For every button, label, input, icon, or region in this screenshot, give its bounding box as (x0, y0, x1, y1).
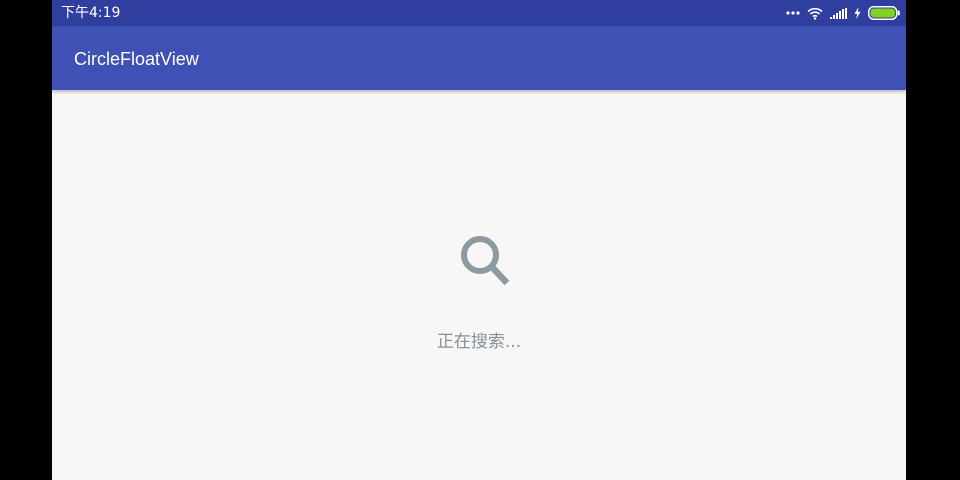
app-bar: CircleFloatView (52, 26, 906, 90)
app-screen: 下午4:19 CircleFloatView 正在搜索... (52, 0, 906, 480)
status-bar: 下午4:19 (52, 0, 906, 26)
battery-icon (868, 6, 900, 20)
app-title: CircleFloatView (74, 49, 199, 69)
signal-icon (830, 7, 847, 19)
charging-icon (854, 7, 861, 19)
status-time: 下午4:19 (61, 5, 121, 21)
status-icons (786, 5, 900, 21)
wifi-icon (807, 7, 823, 20)
searching-message: 正在搜索... (436, 332, 522, 352)
more-dots-icon (786, 11, 800, 15)
content-area: 正在搜索... (52, 90, 906, 480)
search-icon (457, 231, 519, 293)
